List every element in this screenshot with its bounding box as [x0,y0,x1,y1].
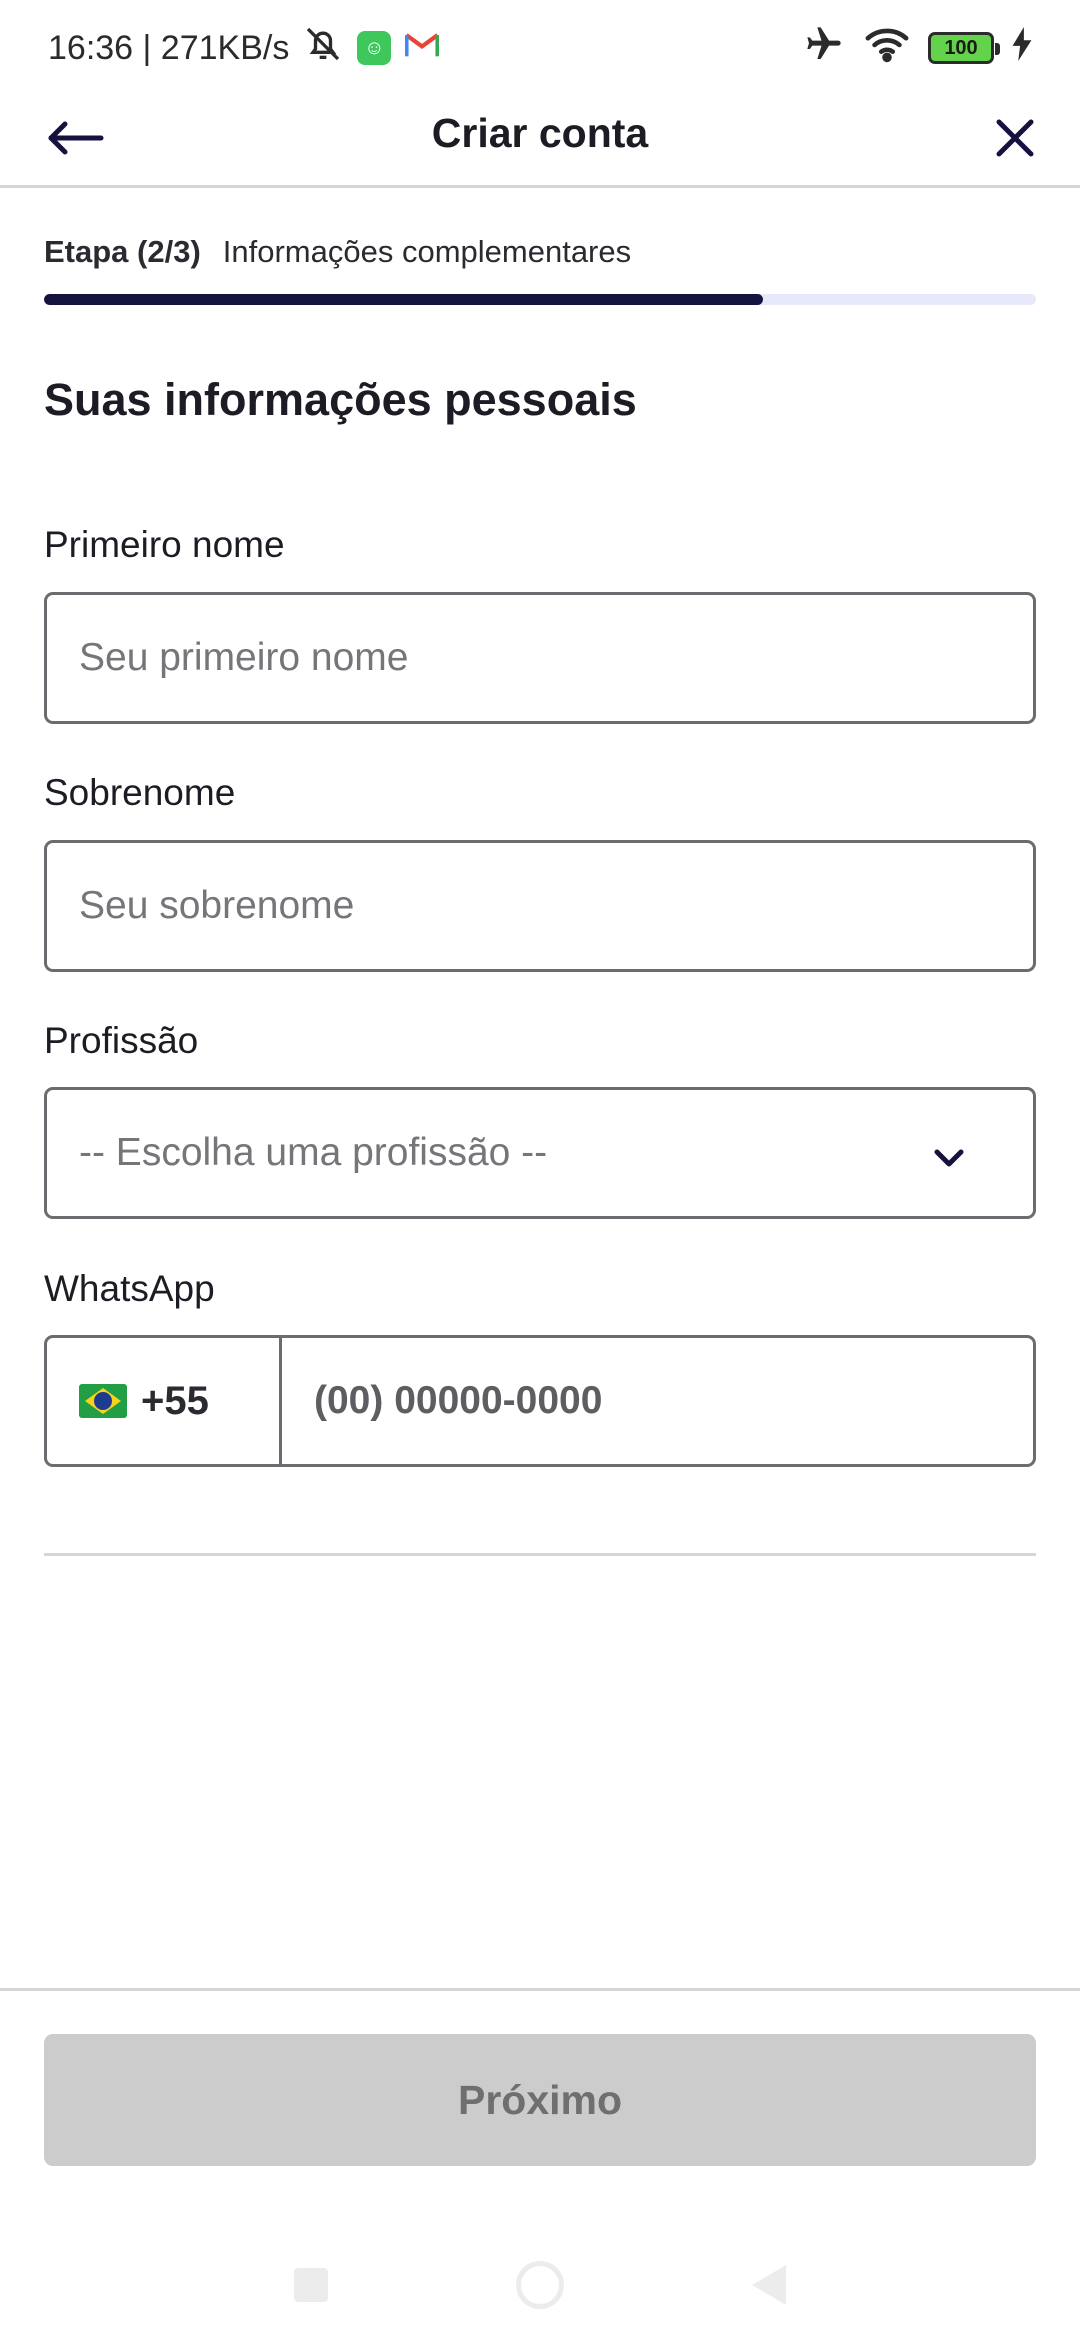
charging-icon [1012,26,1032,70]
whatsapp-label: WhatsApp [44,1268,215,1309]
profession-label: Profissão [44,1020,199,1061]
status-bar-left: 16:36 | 271KB/s ☺ [48,24,441,73]
step-progress-bar [44,294,1036,305]
first-name-label: Primeiro nome [44,524,285,565]
close-icon [996,119,1034,157]
app-header: Criar conta [0,96,1080,188]
country-code: +55 [141,1378,209,1423]
step-progress-fill [44,294,764,305]
recent-apps-button[interactable] [294,2268,328,2302]
wifi-icon [864,24,910,73]
phone-input-wrapper [282,1338,1033,1464]
section-divider [44,1553,1036,1556]
phone-number-input[interactable] [314,1338,1033,1464]
country-code-selector[interactable]: +55 [47,1338,282,1464]
create-account-screen: 16:36 | 271KB/s ☺ 100 Criar conta Etapa … [0,0,1080,2340]
page-title: Criar conta [431,110,649,156]
first-name-field [44,592,1036,724]
brazil-flag-icon [79,1384,127,1418]
whatsapp-field: +55 [44,1335,1036,1467]
step-name: Informações complementares [222,234,632,269]
close-button[interactable] [980,108,1050,168]
app-notification-icon: ☺ [357,31,392,65]
status-time-speed: 16:36 | 271KB/s [48,28,290,67]
gmail-icon [404,29,441,68]
profession-select[interactable]: -- Escolha uma profissão -- [44,1087,1036,1219]
last-name-field [44,840,1036,972]
airplane-icon [802,24,846,73]
last-name-label: Sobrenome [44,772,236,813]
first-name-input[interactable] [79,595,1033,721]
muted-bell-icon [303,24,343,73]
chevron-down-icon [934,1149,964,1167]
status-bar-right: 100 [802,24,1032,73]
status-bar: 16:36 | 271KB/s ☺ 100 [0,0,1080,96]
home-button[interactable] [516,2261,564,2309]
last-name-input[interactable] [79,843,1033,969]
profession-selected-value: -- Escolha uma profissão -- [79,1131,548,1174]
step-number: Etapa (2/3) [44,234,201,269]
system-nav-bar [0,2230,1080,2340]
system-back-button[interactable] [752,2265,786,2305]
section-title: Suas informações pessoais [44,374,637,425]
footer-divider [0,1988,1080,1991]
battery-icon: 100 [928,32,1000,64]
next-button[interactable]: Próximo [44,2034,1036,2166]
step-indicator: Etapa (2/3) Informações complementares [44,234,631,270]
